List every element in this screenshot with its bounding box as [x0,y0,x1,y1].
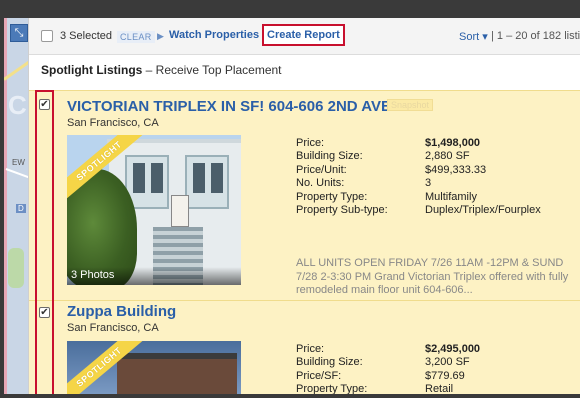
watch-properties-link[interactable]: Watch Properties [169,29,259,41]
map-label: D [16,204,26,213]
detail-value: $1,498,000 [425,137,481,149]
description-line: remodeled main floor unit 604-606... [296,284,473,296]
map-panel[interactable]: C EW D ⤡ [4,18,28,394]
results-panel: 3 Selected CLEAR ▶ Watch Properties Crea… [28,18,580,394]
map-park [8,248,24,288]
detail-value: Retail [425,383,454,394]
checkbox-highlight-annotation [35,90,54,394]
detail-label: Price/Unit: [296,163,347,176]
map-expand-icon[interactable]: ⤡ [10,24,28,42]
listing-city: San Francisco, CA [67,117,159,129]
photo-door [171,195,189,227]
photo-window [193,163,205,193]
photo-building [117,359,237,394]
detail-label: Building Size: [296,356,363,369]
photo-window [133,163,145,193]
detail-value: Multifamily [425,190,477,203]
map-road [5,168,28,184]
spotlight-header: Spotlight Listings – Receive Top Placeme… [41,63,282,77]
photo-bay-window [185,155,229,209]
sort-dropdown[interactable]: Sort ▾ [459,30,488,43]
listing-card: ✔ Zuppa Building San Francisco, CA SPOTL… [29,300,580,394]
listing-title-link[interactable]: VICTORIAN TRIPLEX IN SF! 604-606 2ND AVE [67,98,391,115]
detail-value: 3,200 SF [425,356,470,369]
spotlight-title: Spotlight Listings [41,63,143,77]
detail-label: No. Units: [296,177,345,190]
clear-selection-button[interactable]: CLEAR [117,31,155,43]
map-label: C [8,90,27,120]
listing-card: ✔ VICTORIAN TRIPLEX IN SF! 604-606 2ND A… [29,90,580,302]
detail-label: Price: [296,137,325,149]
detail-label: Property Type: [296,383,368,394]
result-range: | 1 – 20 of 182 listi [491,30,580,42]
select-all-checkbox[interactable] [41,30,53,42]
description-line: 7/28 2-3:30 PM Grand Victorian Triplex o… [296,270,569,283]
results-toolbar: 3 Selected CLEAR ▶ Watch Properties Crea… [29,18,580,55]
arrow-right-icon: ▶ [157,31,164,41]
snapshot-badge[interactable]: Snapshot [387,99,434,111]
photo-count[interactable]: 3 Photos [67,267,241,285]
detail-label: Property Sub-type: [296,203,388,216]
detail-label: Property Type: [296,190,368,203]
detail-value: $779.69 [425,369,465,382]
photo-window [211,163,223,193]
window-frame-bottom [0,394,580,398]
selected-count: 3 Selected [60,30,112,42]
detail-value: 3 [425,177,432,190]
spotlight-subtitle: – Receive Top Placement [142,63,282,77]
map-road [4,55,28,81]
detail-label: Price/SF: [296,369,342,382]
detail-label: Price: [296,343,325,355]
listing-photo[interactable]: SPOTLIGHT 3 Photos [67,135,241,285]
listing-description: ALL UNITS OPEN FRIDAY 7/26 11AM -12PM & … [296,257,580,298]
create-report-link[interactable]: Create Report [262,24,345,46]
listing-title-link[interactable]: Zuppa Building [67,303,176,320]
detail-value: Duplex/Triplex/Fourplex [425,203,541,216]
detail-label: Building Size: [296,150,363,163]
listing-photo[interactable]: SPOTLIGHT [67,341,241,394]
listing-city: San Francisco, CA [67,322,159,334]
detail-value: $2,495,000 [425,343,481,355]
window-frame-top [0,0,580,18]
description-line: ALL UNITS OPEN FRIDAY 7/26 11AM -12PM & … [296,257,564,269]
map-label: EW [12,158,25,167]
detail-value: 2,880 SF [425,150,470,163]
detail-value: $499,333.33 [425,163,487,176]
photo-window [151,163,163,193]
